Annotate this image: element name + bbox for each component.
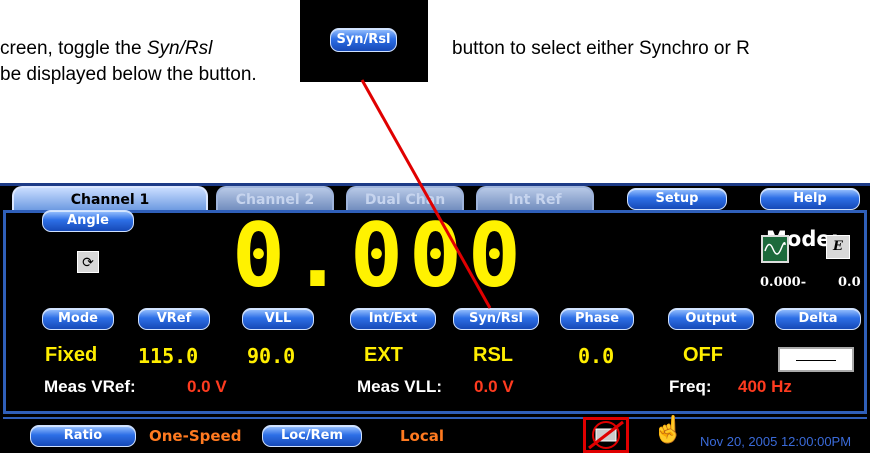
ratio-button[interactable]: Ratio (30, 425, 136, 447)
meas-vref-label: Meas VRef: (44, 377, 136, 396)
e-mode-icon[interactable]: E (826, 235, 850, 259)
phase-button[interactable]: Phase (560, 308, 634, 330)
meas-vref-value: 0.0 V (187, 377, 227, 396)
syn-rsl-button[interactable]: Syn/Rsl (453, 308, 539, 330)
meas-vll-label: Meas VLL: (357, 377, 443, 396)
delta-value-field[interactable] (778, 347, 854, 372)
mode-value: Fixed (45, 344, 98, 366)
vll-value: 90.0 (247, 344, 296, 368)
loc-rem-value: Local (400, 427, 445, 445)
callout-syn-rsl-button: Syn/Rsl (330, 28, 397, 52)
setup-button[interactable]: Setup (627, 188, 727, 210)
freq-label: Freq: (669, 377, 712, 396)
tab-channel-1[interactable]: Channel 1 (12, 186, 208, 211)
syn-rsl-callout: Syn/Rsl (300, 0, 428, 82)
ratio-value: One-Speed (149, 427, 242, 445)
delta-button[interactable]: Delta (775, 308, 861, 330)
syn-rsl-value: RSL (473, 344, 513, 366)
hand-pointer-icon: ☝ (652, 414, 685, 444)
sine-wave-icon[interactable] (761, 235, 789, 263)
datetime: Nov 20, 2005 12:00:00PM (700, 434, 852, 449)
int-ext-button[interactable]: Int/Ext (350, 308, 436, 330)
angle-readout: 0.000 (232, 204, 527, 307)
meas-vll-value: 0.0 V (474, 377, 514, 396)
vref-button[interactable]: VRef (138, 308, 210, 330)
no-connection-icon[interactable] (583, 417, 629, 453)
refresh-icon[interactable]: ⟳ (77, 251, 99, 273)
mode-range-max: 0.0 (838, 275, 861, 290)
mode-button[interactable]: Mode (42, 308, 114, 330)
output-button[interactable]: Output (668, 308, 754, 330)
phase-value: 0.0 (578, 344, 615, 368)
vll-button[interactable]: VLL (242, 308, 314, 330)
instruction-text-line2: be displayed below the button. (0, 64, 257, 85)
help-button[interactable]: Help (760, 188, 860, 210)
output-value: OFF (683, 344, 723, 366)
mode-range-min: 0.000- (760, 275, 807, 290)
instruction-text-start: creen, toggle the Syn/Rsl (0, 38, 213, 59)
instruction-text-end: button to select either Synchro or R (452, 38, 750, 59)
freq-value: 400 Hz (738, 377, 792, 396)
vref-value: 115.0 (138, 344, 199, 368)
int-ext-value: EXT (364, 344, 403, 366)
loc-rem-button[interactable]: Loc/Rem (262, 425, 362, 447)
angle-button[interactable]: Angle (42, 210, 134, 232)
